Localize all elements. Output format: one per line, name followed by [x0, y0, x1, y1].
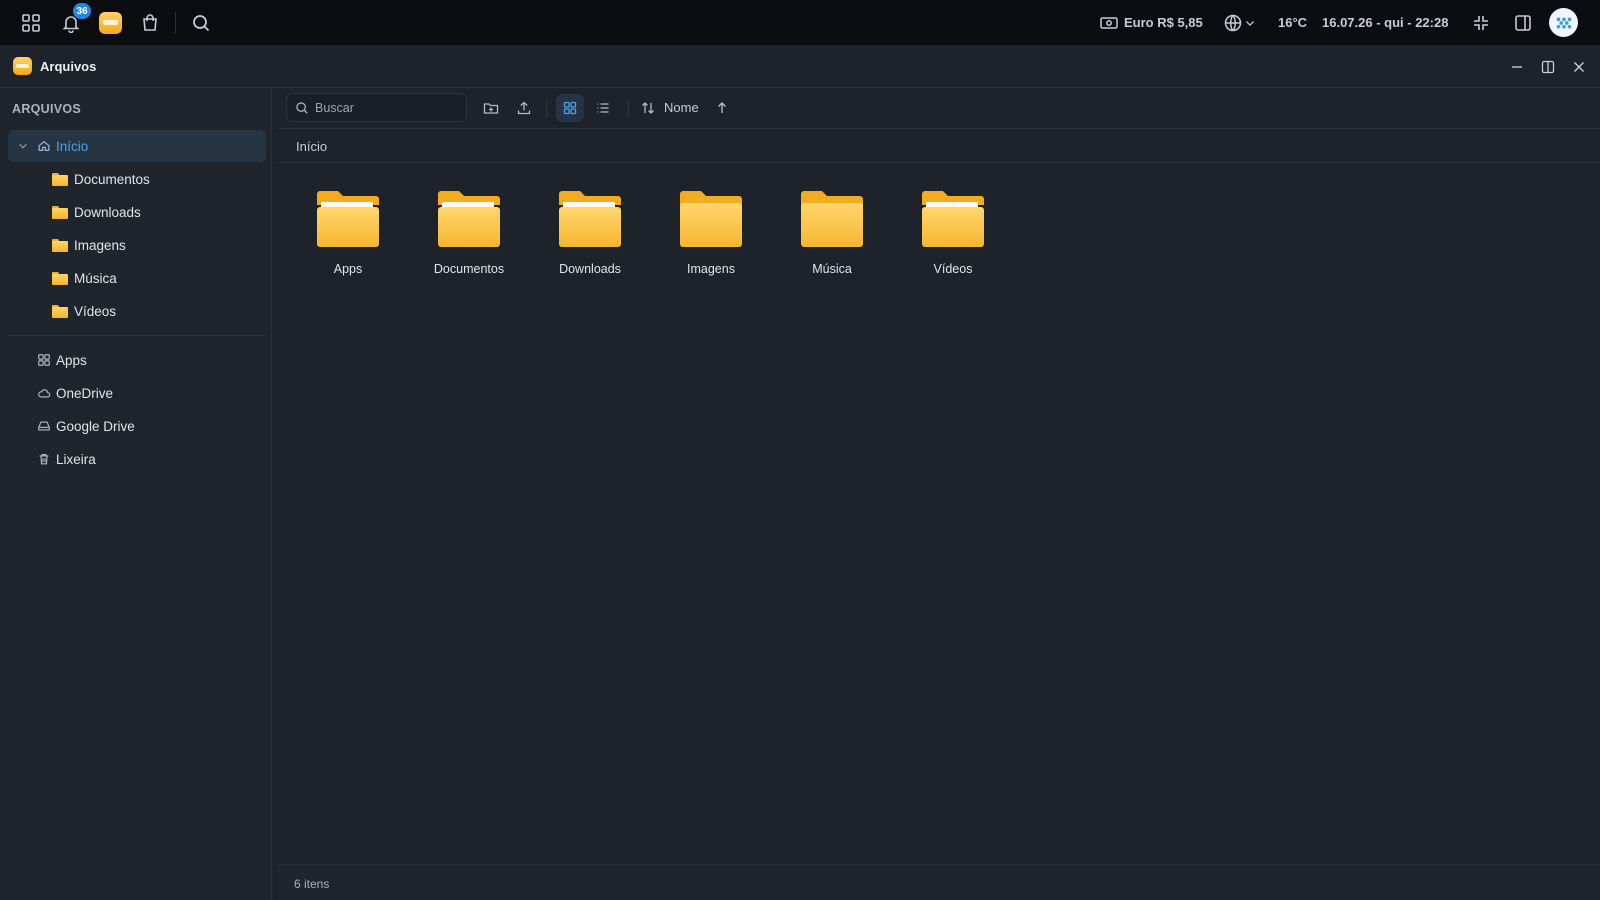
- search-box[interactable]: [286, 93, 467, 122]
- window-title: Arquivos: [40, 59, 97, 74]
- sidebar-item-downloads[interactable]: Downloads: [8, 196, 266, 228]
- search-icon[interactable]: [189, 11, 213, 35]
- breadcrumb: Início: [278, 130, 1600, 163]
- folder-label: Documentos: [433, 262, 505, 276]
- folder-label: Vídeos: [933, 262, 973, 276]
- folder-tile[interactable]: Apps: [293, 188, 403, 280]
- new-folder-button[interactable]: [477, 94, 505, 122]
- breadcrumb-current[interactable]: Início: [296, 139, 327, 154]
- sidebar-item-label: Vídeos: [74, 303, 117, 319]
- close-icon[interactable]: [1570, 58, 1588, 76]
- folder-icon: [52, 303, 68, 319]
- sidebar-item-label: Apps: [56, 352, 87, 368]
- sidebar-item-apps[interactable]: Apps: [8, 344, 266, 376]
- sidebar-item-home[interactable]: Início: [8, 130, 266, 162]
- sidebar-item-google-drive[interactable]: Google Drive: [8, 410, 266, 442]
- folder-tile[interactable]: Imagens: [656, 188, 766, 280]
- folder-label: Música: [812, 262, 852, 276]
- folder-icon: [52, 204, 68, 220]
- file-toolbar: Nome: [278, 88, 1600, 129]
- sidebar-heading: ARQUIVOS: [12, 102, 82, 116]
- folder-label: Apps: [333, 262, 363, 276]
- toolbar-divider: [628, 100, 629, 117]
- sort-direction-icon[interactable]: [711, 94, 733, 122]
- sidebar-panel-icon[interactable]: [1511, 11, 1535, 35]
- folder-icon: [437, 190, 501, 248]
- notification-badge: 36: [73, 3, 91, 19]
- trash-icon: [36, 451, 52, 467]
- folder-icon: [558, 190, 622, 248]
- upload-icon: [517, 101, 531, 115]
- currency-widget[interactable]: Euro R$ 5,85: [1124, 15, 1203, 30]
- cloud-icon: [36, 385, 52, 401]
- apps-grid-icon[interactable]: [19, 11, 43, 35]
- datetime-widget[interactable]: 16.07.26 - qui - 22:28: [1322, 15, 1448, 30]
- grid-view-button[interactable]: [556, 94, 584, 122]
- folder-label: Downloads: [559, 262, 621, 276]
- sidebar-item-label: Downloads: [74, 204, 141, 220]
- folder-icon: [316, 190, 380, 248]
- chevron-down-icon[interactable]: [1243, 11, 1257, 35]
- status-bar: 6 itens: [278, 864, 1600, 900]
- sort-by-button[interactable]: Nome: [664, 100, 699, 115]
- sidebar-item-imagens[interactable]: Imagens: [8, 229, 266, 261]
- collapse-icon[interactable]: [1469, 11, 1493, 35]
- globe-icon[interactable]: [1221, 11, 1245, 35]
- user-avatar[interactable]: [1549, 8, 1578, 37]
- sidebar-item-label: Google Drive: [56, 418, 135, 434]
- folder-icon: [921, 190, 985, 248]
- sidebar-item-documentos[interactable]: Documentos: [8, 163, 266, 195]
- sidebar: ARQUIVOS Início Documentos Downloads Ima…: [0, 88, 272, 900]
- sidebar-item-label: Documentos: [74, 171, 150, 187]
- folder-icon: [800, 190, 864, 248]
- split-view-icon[interactable]: [1539, 58, 1557, 76]
- money-icon: [1097, 11, 1121, 35]
- sort-icon[interactable]: [637, 94, 659, 122]
- folder-label: Imagens: [687, 262, 735, 276]
- search-icon: [296, 101, 308, 114]
- folder-icon: [52, 270, 68, 286]
- temperature-widget[interactable]: 16°C: [1278, 15, 1307, 30]
- search-input[interactable]: [315, 100, 455, 115]
- sidebar-item-lixeira[interactable]: Lixeira: [8, 443, 266, 475]
- folder-tile[interactable]: Documentos: [414, 188, 524, 280]
- chevron-down-icon[interactable]: [16, 139, 30, 153]
- home-icon: [36, 138, 52, 154]
- item-count: 6 itens: [294, 877, 330, 891]
- folder-tile[interactable]: Música: [777, 188, 887, 280]
- sidebar-item-musica[interactable]: Música: [8, 262, 266, 294]
- new-folder-icon: [483, 103, 499, 114]
- sidebar-item-onedrive[interactable]: OneDrive: [8, 377, 266, 409]
- sidebar-item-label: Início: [56, 138, 89, 154]
- sidebar-item-label: Imagens: [74, 237, 126, 253]
- system-topbar: 36 Euro R$ 5,85 16°C 16.07.26 - qui - 22…: [0, 0, 1600, 45]
- files-app-logo: [13, 57, 32, 75]
- folder-tile[interactable]: Vídeos: [898, 188, 1008, 280]
- folder-tile[interactable]: Downloads: [535, 188, 645, 280]
- upload-button[interactable]: [510, 94, 538, 122]
- sidebar-item-label: OneDrive: [56, 385, 114, 401]
- topbar-divider: [175, 12, 176, 34]
- folder-icon: [52, 171, 68, 187]
- files-app-icon[interactable]: [99, 12, 122, 34]
- sidebar-item-videos[interactable]: Vídeos: [8, 295, 266, 327]
- file-grid: Apps Documentos Downloads Imagens Música Víde…: [278, 163, 1600, 863]
- folder-icon: [679, 190, 743, 248]
- list-view-button[interactable]: [589, 94, 617, 122]
- sidebar-divider: [8, 335, 266, 336]
- sidebar-item-label: Música: [74, 270, 117, 286]
- folder-icon: [52, 237, 68, 253]
- list-view-icon: [597, 103, 609, 113]
- minimize-icon[interactable]: [1508, 58, 1526, 76]
- toolbar-divider: [546, 100, 547, 117]
- sidebar-item-label: Lixeira: [56, 451, 96, 467]
- store-bag-icon[interactable]: [138, 11, 162, 35]
- grid-view-icon: [563, 101, 577, 115]
- window-titlebar: Arquivos: [0, 45, 1600, 88]
- apps-icon: [36, 352, 52, 368]
- drive-icon: [36, 418, 52, 434]
